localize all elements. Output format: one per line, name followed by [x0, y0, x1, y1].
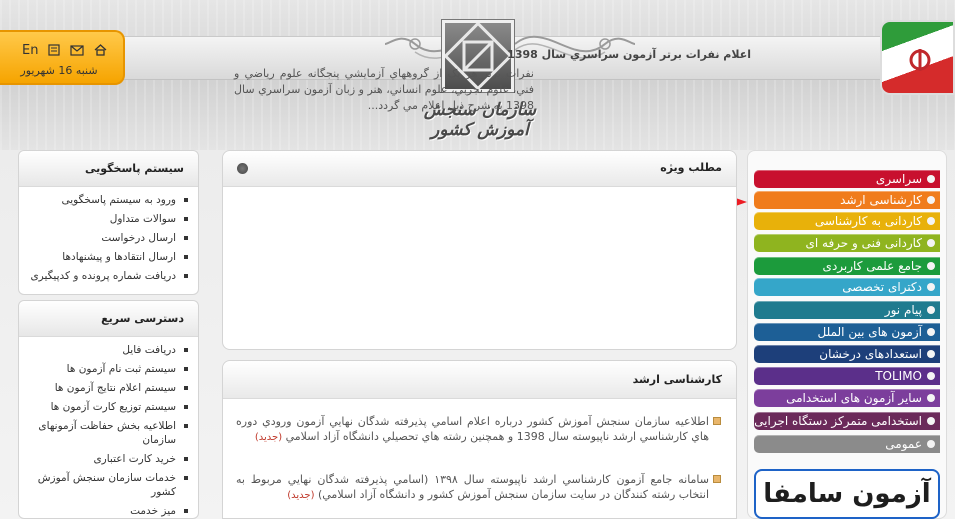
mail-icon[interactable] — [70, 44, 85, 56]
menu-item-tolimo[interactable]: TOLIMO — [754, 367, 940, 385]
new-badge: (جديد) — [254, 432, 283, 443]
iran-flag-image — [880, 20, 955, 95]
english-language-link[interactable]: En — [22, 43, 38, 58]
quick-link-registration[interactable]: سیستم ثبت نام آزمون ها — [23, 362, 190, 376]
menu-item-doctorate[interactable]: دکترای تخصصی — [754, 278, 940, 296]
quick-link-buy-card[interactable]: خرید کارت اعتباری — [23, 452, 190, 466]
menu-dot-icon — [927, 306, 935, 314]
menu-item-label: TOLIMO — [875, 369, 922, 383]
sidebar-link-login[interactable]: ورود به سیستم پاسخگویی — [23, 193, 190, 207]
menu-item-label: سراسری — [875, 172, 922, 186]
featured-headline-link[interactable]: اعلام نفرات برتر آزمون سراسري سال 1398 — [507, 48, 751, 61]
menu-dot-icon — [927, 217, 935, 225]
menu-item-payam-noor[interactable]: پیام نور — [754, 301, 940, 319]
menu-item-label: کارشناسی ارشد — [840, 193, 922, 207]
menu-item-label: کاردانی فنی و حرفه ای — [805, 236, 922, 250]
news-bullet-icon — [713, 417, 721, 425]
menu-dot-icon — [927, 328, 935, 336]
menu-item-elmi-karbordi[interactable]: جامع علمی کاربردی — [754, 257, 940, 275]
quick-link-download[interactable]: دریافت فایل — [23, 343, 190, 357]
quick-access-panel: دسترسی سریع دریافت فایل سیستم ثبت نام آز… — [18, 300, 199, 519]
quick-link-results[interactable]: سیستم اعلام نتایج آزمون ها — [23, 381, 190, 395]
menu-dot-icon — [927, 394, 935, 402]
sidebar-link-tracking-code[interactable]: دریافت شماره پرونده و کدپیگیری — [23, 269, 190, 283]
news-item[interactable]: اطلاعيه سازمان سنجش آموزش كشور درباره اع… — [236, 414, 721, 445]
response-system-list: ورود به سیستم پاسخگویی سوالات متداول ارس… — [19, 187, 198, 283]
menu-dot-icon — [927, 262, 935, 270]
menu-item-general[interactable]: عمومی — [754, 435, 940, 453]
featured-panel: مطلب ويژه — [222, 150, 737, 350]
menu-dot-icon — [927, 372, 935, 380]
news-item[interactable]: سامانه جامع آزمون كارشناسي ارشد ناپيوسته… — [236, 472, 721, 503]
featured-panel-header: مطلب ويژه — [223, 151, 736, 187]
menu-item-label: استعدادهای درخشان — [819, 347, 922, 361]
samfa-exam-banner[interactable]: آزمون سامفا — [754, 469, 940, 519]
current-date: شنبه 16 شهریور — [20, 64, 98, 77]
response-system-panel: سیستم پاسخگویی ورود به سیستم پاسخگویی سو… — [18, 150, 199, 295]
response-system-title: سیستم پاسخگویی — [19, 151, 198, 187]
sidebar-link-send-request[interactable]: ارسال درخواست — [23, 231, 190, 245]
featured-summary: نفرات برتر هر يک از گروههاي آزمايشي پنجگ… — [234, 67, 534, 112]
menu-item-label: عمومی — [885, 437, 922, 451]
quick-access-title: دسترسی سریع — [19, 301, 198, 337]
news-panel-header: کارشناسی ارشد — [223, 361, 736, 399]
contact-card-icon[interactable] — [48, 44, 61, 56]
news-bullet-icon — [713, 475, 721, 483]
menu-item-label: دکترای تخصصی — [842, 280, 922, 294]
menu-item-talents[interactable]: استعدادهای درخشان — [754, 345, 940, 363]
menu-item-label: آزمون های بین الملل — [817, 325, 922, 339]
menu-item-label: جامع علمی کاربردی — [822, 259, 922, 273]
news-panel-title: کارشناسی ارشد — [632, 373, 722, 386]
quick-link-security-notice[interactable]: اطلاعیه بخش حفاظت آزمونهای سازمان — [23, 419, 190, 447]
menu-item-label: استخدامی متمرکز دستگاه اجرایی — [754, 414, 922, 428]
quick-link-service-desk[interactable]: میز خدمت — [23, 504, 190, 518]
menu-item-international[interactable]: آزمون های بین الملل — [754, 323, 940, 341]
menu-item-label: پیام نور — [884, 303, 922, 317]
top-tools: En شنبه 16 شهریور — [0, 30, 125, 85]
menu-item-kardani-karshenasi[interactable]: کاردانی به کارشناسی — [754, 212, 940, 230]
sidebar-link-faq[interactable]: سوالات متداول — [23, 212, 190, 226]
flag-emblem-icon — [909, 49, 931, 71]
menu-item-kardani-fani[interactable]: کاردانی فنی و حرفه ای — [754, 234, 940, 252]
menu-dot-icon — [927, 417, 935, 425]
home-icon[interactable] — [94, 44, 107, 56]
samfa-banner-text: آزمون سامفا — [763, 479, 931, 509]
right-ornament-icon — [515, 35, 635, 59]
featured-panel-title: مطلب ويژه — [660, 161, 722, 174]
menu-item-central-employment[interactable]: استخدامی متمرکز دستگاه اجرایی — [754, 412, 940, 430]
menu-item-label: سایر آزمون های استخدامی — [786, 391, 922, 405]
menu-dot-icon — [927, 283, 935, 291]
menu-item-other-employment[interactable]: سایر آزمون های استخدامی — [754, 389, 940, 407]
menu-dot-icon — [927, 440, 935, 448]
menu-item-sarasari[interactable]: سراسری — [754, 170, 940, 188]
menu-item-label: کاردانی به کارشناسی — [814, 214, 922, 228]
quick-link-services[interactable]: خدمات سازمان سنجش آموزش کشور — [23, 471, 190, 499]
sidebar-link-feedback[interactable]: ارسال انتقادها و پیشنهادها — [23, 250, 190, 264]
menu-dot-icon — [927, 350, 935, 358]
menu-dot-icon — [927, 196, 935, 204]
news-item-text: اطلاعيه سازمان سنجش آموزش كشور درباره اع… — [236, 415, 709, 443]
new-badge: (جديد) — [287, 490, 315, 501]
quick-access-list: دریافت فایل سیستم ثبت نام آزمون ها سیستم… — [19, 337, 198, 518]
panel-knob-icon — [237, 163, 248, 174]
quick-link-exam-cards[interactable]: سیستم توزیع کارت آزمون ها — [23, 400, 190, 414]
menu-item-arshad[interactable]: کارشناسی ارشد — [754, 191, 940, 209]
menu-dot-icon — [927, 239, 935, 247]
menu-dot-icon — [927, 175, 935, 183]
